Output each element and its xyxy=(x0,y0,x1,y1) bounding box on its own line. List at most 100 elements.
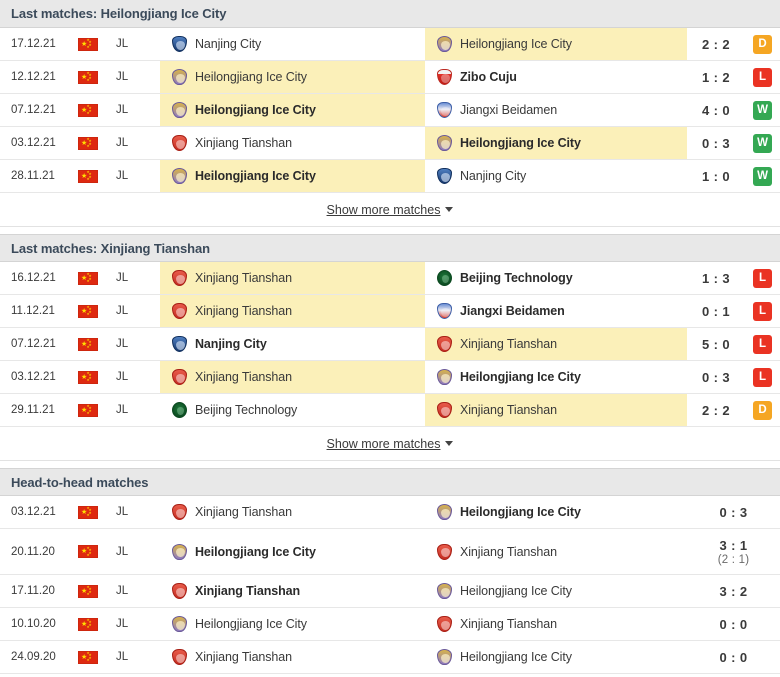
show-more-matches-link[interactable]: Show more matches xyxy=(327,203,454,217)
country-flag-cell: ★ ★ ★ ★ ★ xyxy=(78,127,116,159)
league-abbreviation[interactable]: JL xyxy=(116,160,160,192)
away-team-cell[interactable]: Jiangxi Beidamen xyxy=(425,94,687,126)
table-row[interactable]: 29.11.21 ★ ★ ★ ★ ★ JL Beijing Technology Xinjian… xyxy=(0,394,780,427)
match-score[interactable]: 2 : 2 xyxy=(687,394,745,426)
match-score[interactable]: 0 : 3 xyxy=(687,127,745,159)
league-abbreviation[interactable]: JL xyxy=(116,328,160,360)
table-row[interactable]: 03.12.21 ★ ★ ★ ★ ★ JL Xinjiang Tianshan Heilongj… xyxy=(0,361,780,394)
league-abbreviation[interactable]: JL xyxy=(116,496,160,528)
china-flag-icon: ★ ★ ★ ★ ★ xyxy=(78,617,98,631)
home-team-name: Nanjing City xyxy=(195,37,262,51)
away-team-cell[interactable]: Xinjiang Tianshan xyxy=(425,328,687,360)
home-team-cell[interactable]: Xinjiang Tianshan xyxy=(160,127,425,159)
away-team-cell[interactable]: Zibo Cuju xyxy=(425,61,687,93)
away-team-name: Heilongjiang Ice City xyxy=(460,650,572,664)
home-team-cell[interactable]: Xinjiang Tianshan xyxy=(160,295,425,327)
away-team-cell[interactable]: Jiangxi Beidamen xyxy=(425,295,687,327)
xinjiang-logo-icon xyxy=(171,503,188,521)
home-team-cell[interactable]: Nanjing City xyxy=(160,328,425,360)
away-team-cell[interactable]: Xinjiang Tianshan xyxy=(425,394,687,426)
league-abbreviation[interactable]: JL xyxy=(116,61,160,93)
xinjiang-logo-icon xyxy=(171,368,188,386)
match-score[interactable]: 3 : 1 (2 : 1) xyxy=(687,529,780,574)
home-team-name: Xinjiang Tianshan xyxy=(195,370,292,384)
away-team-cell[interactable]: Nanjing City xyxy=(425,160,687,192)
match-score[interactable]: 0 : 0 xyxy=(687,608,780,640)
country-flag-cell: ★ ★ ★ ★ ★ xyxy=(78,529,116,574)
match-score[interactable]: 5 : 0 xyxy=(687,328,745,360)
home-team-cell[interactable]: Beijing Technology xyxy=(160,394,425,426)
result-cell: L xyxy=(745,262,780,294)
away-team-cell[interactable]: Heilongjiang Ice City xyxy=(425,127,687,159)
status-badge: L xyxy=(753,301,772,321)
home-team-name: Heilongjiang Ice City xyxy=(195,617,307,631)
table-row[interactable]: 10.10.20 ★ ★ ★ ★ ★ JL Heilongjiang Ice City Xinj… xyxy=(0,608,780,641)
home-team-cell[interactable]: Xinjiang Tianshan xyxy=(160,262,425,294)
result-cell: D xyxy=(745,28,780,60)
home-team-cell[interactable]: Heilongjiang Ice City xyxy=(160,608,425,640)
table-row[interactable]: 24.09.20 ★ ★ ★ ★ ★ JL Xinjiang Tianshan Heilongj… xyxy=(0,641,780,674)
result-cell: D xyxy=(745,394,780,426)
table-row[interactable]: 20.11.20 ★ ★ ★ ★ ★ JL Heilongjiang Ice City Xinj… xyxy=(0,529,780,575)
league-abbreviation[interactable]: JL xyxy=(116,641,160,673)
away-team-cell[interactable]: Xinjiang Tianshan xyxy=(425,529,687,574)
league-abbreviation[interactable]: JL xyxy=(116,529,160,574)
away-team-cell[interactable]: Xinjiang Tianshan xyxy=(425,608,687,640)
table-row[interactable]: 17.11.20 ★ ★ ★ ★ ★ JL Xinjiang Tianshan Heilongj… xyxy=(0,575,780,608)
china-flag-icon: ★ ★ ★ ★ ★ xyxy=(78,650,98,664)
table-row[interactable]: 07.12.21 ★ ★ ★ ★ ★ JL Nanjing City Xinjiang Tian… xyxy=(0,328,780,361)
league-abbreviation[interactable]: JL xyxy=(116,575,160,607)
home-team-cell[interactable]: Nanjing City xyxy=(160,28,425,60)
jiangxi-logo-icon xyxy=(436,302,453,320)
match-date: 28.11.21 xyxy=(11,170,55,182)
league-abbreviation[interactable]: JL xyxy=(116,295,160,327)
away-team-cell[interactable]: Heilongjiang Ice City xyxy=(425,641,687,673)
league-abbreviation[interactable]: JL xyxy=(116,28,160,60)
match-score[interactable]: 2 : 2 xyxy=(687,28,745,60)
away-team-cell[interactable]: Heilongjiang Ice City xyxy=(425,361,687,393)
home-team-cell[interactable]: Xinjiang Tianshan xyxy=(160,361,425,393)
table-row[interactable]: 07.12.21 ★ ★ ★ ★ ★ JL Heilongjiang Ice City Jian… xyxy=(0,94,780,127)
away-team-name: Zibo Cuju xyxy=(460,70,517,84)
match-score[interactable]: 4 : 0 xyxy=(687,94,745,126)
home-team-cell[interactable]: Xinjiang Tianshan xyxy=(160,641,425,673)
home-team-cell[interactable]: Heilongjiang Ice City xyxy=(160,160,425,192)
table-row[interactable]: 03.12.21 ★ ★ ★ ★ ★ JL Xinjiang Tianshan Heilongj… xyxy=(0,127,780,160)
show-more-label: Show more matches xyxy=(326,436,441,451)
home-team-cell[interactable]: Xinjiang Tianshan xyxy=(160,496,425,528)
league-abbreviation[interactable]: JL xyxy=(116,394,160,426)
match-date: 03.12.21 xyxy=(11,371,56,383)
home-team-cell[interactable]: Heilongjiang Ice City xyxy=(160,61,425,93)
away-team-cell[interactable]: Heilongjiang Ice City xyxy=(425,575,687,607)
league-abbreviation[interactable]: JL xyxy=(116,361,160,393)
match-score[interactable]: 0 : 1 xyxy=(687,295,745,327)
match-score[interactable]: 1 : 3 xyxy=(687,262,745,294)
table-row[interactable]: 12.12.21 ★ ★ ★ ★ ★ JL Heilongjiang Ice City Zibo… xyxy=(0,61,780,94)
away-team-cell[interactable]: Beijing Technology xyxy=(425,262,687,294)
home-team-cell[interactable]: Heilongjiang Ice City xyxy=(160,94,425,126)
section-gap xyxy=(0,226,780,234)
table-row[interactable]: 16.12.21 ★ ★ ★ ★ ★ JL Xinjiang Tianshan Beijing … xyxy=(0,262,780,295)
table-row[interactable]: 11.12.21 ★ ★ ★ ★ ★ JL Xinjiang Tianshan Jiangxi … xyxy=(0,295,780,328)
show-more-matches-link[interactable]: Show more matches xyxy=(327,437,454,451)
match-score[interactable]: 1 : 0 xyxy=(687,160,745,192)
china-flag-icon: ★ ★ ★ ★ ★ xyxy=(78,70,98,84)
away-team-cell[interactable]: Heilongjiang Ice City xyxy=(425,496,687,528)
match-score[interactable]: 1 : 2 xyxy=(687,61,745,93)
match-score[interactable]: 0 : 3 xyxy=(687,361,745,393)
home-team-cell[interactable]: Heilongjiang Ice City xyxy=(160,529,425,574)
table-row[interactable]: 28.11.21 ★ ★ ★ ★ ★ JL Heilongjiang Ice City Nanj… xyxy=(0,160,780,193)
match-score[interactable]: 3 : 2 xyxy=(687,575,780,607)
league-abbreviation[interactable]: JL xyxy=(116,608,160,640)
score-main: 0 : 1 xyxy=(701,303,730,319)
match-score[interactable]: 0 : 0 xyxy=(687,641,780,673)
home-team-cell[interactable]: Xinjiang Tianshan xyxy=(160,575,425,607)
league-abbreviation[interactable]: JL xyxy=(116,94,160,126)
match-score[interactable]: 0 : 3 xyxy=(687,496,780,528)
league-abbreviation[interactable]: JL xyxy=(116,127,160,159)
table-row[interactable]: 17.12.21 ★ ★ ★ ★ ★ JL Nanjing City Heilongjiang … xyxy=(0,28,780,61)
away-team-cell[interactable]: Heilongjiang Ice City xyxy=(425,28,687,60)
league-abbreviation[interactable]: JL xyxy=(116,262,160,294)
heilongjiang-logo-icon xyxy=(171,167,188,185)
table-row[interactable]: 03.12.21 ★ ★ ★ ★ ★ JL Xinjiang Tianshan Heilongj… xyxy=(0,496,780,529)
